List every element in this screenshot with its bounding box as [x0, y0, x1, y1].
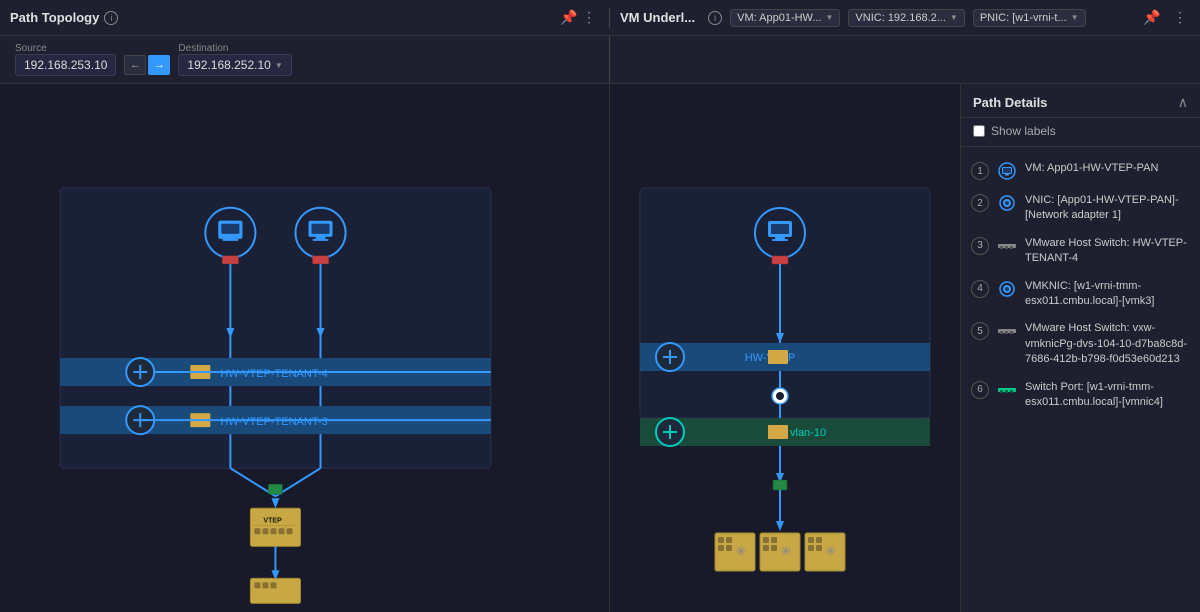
show-labels-label: Show labels — [991, 124, 1056, 138]
svg-text:VTEP: VTEP — [263, 517, 282, 524]
path-item-3-num: 3 — [971, 237, 989, 255]
path-item-5: 5 VMware Host Switch: vxw-vmknicPg-dvs-1… — [961, 315, 1200, 373]
source-dest-bar: Source 192.168.253.10 ← → Destination 19… — [0, 36, 610, 83]
left-topology-svg: HW-VTEP-TENANT-4 HW-VTEP-TENANT-3 — [0, 84, 609, 612]
path-item-3-text: VMware Host Switch: HW-VTEP-TENANT-4 — [1025, 236, 1190, 267]
vm-underlay-info-icon[interactable]: i — [708, 11, 722, 25]
path-item-6-num: 6 — [971, 381, 989, 399]
vm-underlay-title: VM Underl... — [620, 10, 695, 25]
source-value: 192.168.253.10 — [15, 54, 116, 76]
nav-fwd-btn[interactable]: → — [148, 55, 170, 75]
path-item-3: 3 VMware Host Switch: HW-VTEP-TENANT-4 — [961, 230, 1200, 273]
path-item-6: 6 Switch Port: [w1-vrni-tmm-esx011.cmbu.… — [961, 374, 1200, 417]
svg-text:✳: ✳ — [825, 543, 837, 559]
path-item-2-icon — [997, 193, 1017, 213]
right-topology-canvas: HW-VTEP vlan-10 — [610, 84, 960, 612]
path-item-1: 1 VM: App01-HW-VTEP-PAN — [961, 155, 1200, 187]
pin-icon-left[interactable]: 📌 — [559, 8, 579, 28]
path-item-2-num: 2 — [971, 194, 989, 212]
path-item-1-num: 1 — [971, 162, 989, 180]
path-topology-title: Path Topology — [10, 10, 99, 25]
right-panel-header: VM Underl... i VM: App01-HW... ▼ VNIC: 1… — [610, 8, 1200, 28]
path-details-header: Path Details ∧ — [961, 84, 1200, 118]
top-bar: Path Topology i 📌 ⋮ VM Underl... i VM: A… — [0, 0, 1200, 36]
nav-back-btn[interactable]: ← — [124, 55, 146, 75]
right-topology-svg: HW-VTEP vlan-10 — [610, 84, 960, 612]
pin-icon-right[interactable]: 📌 — [1142, 8, 1162, 28]
show-labels-checkbox[interactable] — [973, 125, 985, 137]
svg-text:✳: ✳ — [780, 543, 792, 559]
source-group: Source 192.168.253.10 — [15, 43, 116, 76]
path-item-6-text: Switch Port: [w1-vrni-tmm-esx011.cmbu.lo… — [1025, 380, 1190, 411]
path-item-2: 2 VNIC: [App01-HW-VTEP-PAN]-[Network ada… — [961, 187, 1200, 230]
more-icon-right[interactable]: ⋮ — [1170, 8, 1190, 28]
vm-dropdown[interactable]: VM: App01-HW... ▼ — [730, 9, 840, 27]
path-item-4-num: 4 — [971, 280, 989, 298]
path-details-items: 1 VM: App01-HW-VTEP-PAN 2 — [961, 147, 1200, 612]
show-labels-row: Show labels — [961, 118, 1200, 147]
path-item-5-icon — [997, 321, 1017, 341]
pnic-dropdown[interactable]: PNIC: [w1-vrni-t... ▼ — [973, 9, 1086, 27]
path-item-6-icon — [997, 380, 1017, 400]
path-item-4: 4 VMKNIC: [w1-vrni-tmm-esx011.cmbu.local… — [961, 273, 1200, 316]
path-details-title: Path Details — [973, 95, 1178, 110]
path-item-5-num: 5 — [971, 322, 989, 340]
vnic-dropdown[interactable]: VNIC: 192.168.2... ▼ — [848, 9, 964, 27]
nav-buttons: ← → — [124, 55, 170, 75]
path-item-4-icon — [997, 279, 1017, 299]
right-header-space — [610, 36, 1200, 83]
path-item-1-icon — [997, 161, 1017, 181]
right-panel: HW-VTEP vlan-10 — [610, 84, 1200, 612]
banner2-label: HW-VTEP-TENANT-3 — [220, 416, 327, 428]
vm-dropdown-chevron: ▼ — [826, 13, 834, 22]
path-item-5-text: VMware Host Switch: vxw-vmknicPg-dvs-104… — [1025, 321, 1190, 367]
main-content: HW-VTEP-TENANT-4 HW-VTEP-TENANT-3 — [0, 84, 1200, 612]
more-icon-left[interactable]: ⋮ — [579, 8, 599, 28]
path-item-1-text: VM: App01-HW-VTEP-PAN — [1025, 161, 1190, 176]
path-details-panel: Path Details ∧ Show labels 1 — [960, 84, 1200, 612]
left-panel-header: Path Topology i 📌 ⋮ — [0, 8, 610, 28]
right-banner2-label: vlan-10 — [790, 427, 826, 439]
banner1-label: HW-VTEP-TENANT-4 — [220, 368, 327, 380]
dest-chevron: ▼ — [275, 61, 283, 70]
collapse-btn[interactable]: ∧ — [1178, 94, 1188, 111]
path-item-3-icon — [997, 236, 1017, 256]
dest-group: Destination 192.168.252.10 ▼ — [178, 43, 291, 76]
pnic-dropdown-chevron: ▼ — [1071, 13, 1079, 22]
path-topology-info-icon[interactable]: i — [104, 11, 118, 25]
left-topology-panel: HW-VTEP-TENANT-4 HW-VTEP-TENANT-3 — [0, 84, 610, 612]
svg-text:✳: ✳ — [735, 543, 747, 559]
path-item-4-text: VMKNIC: [w1-vrni-tmm-esx011.cmbu.local]-… — [1025, 279, 1190, 310]
vnic-dropdown-chevron: ▼ — [950, 13, 958, 22]
path-item-2-text: VNIC: [App01-HW-VTEP-PAN]-[Network adapt… — [1025, 193, 1190, 224]
dest-input[interactable]: 192.168.252.10 ▼ — [178, 54, 291, 76]
